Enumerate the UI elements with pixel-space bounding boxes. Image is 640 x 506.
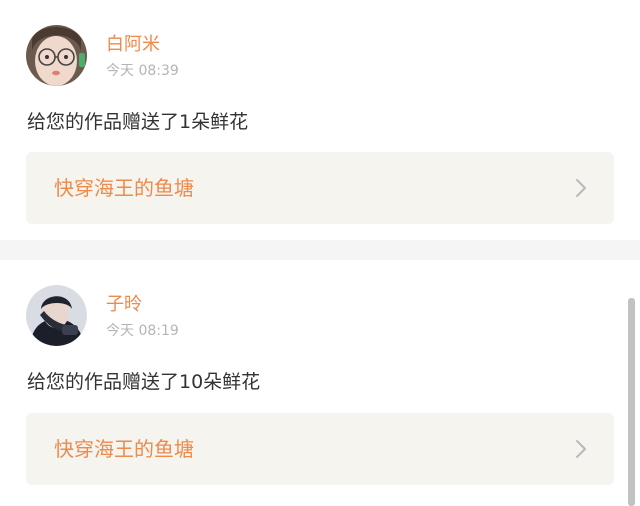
- section-divider: [0, 240, 640, 260]
- chevron-right-icon: [576, 179, 586, 197]
- user-avatar[interactable]: [26, 25, 87, 86]
- notification-item: 白阿米 今天 08:39 给您的作品赠送了1朵鲜花 快穿海王的鱼塘: [0, 0, 640, 240]
- post-time: 今天 08:19: [106, 323, 179, 339]
- user-avatar[interactable]: [26, 285, 87, 346]
- gift-message: 给您的作品赠送了10朵鲜花: [27, 371, 261, 393]
- notification-feed: 白阿米 今天 08:39 给您的作品赠送了1朵鲜花 快穿海王的鱼塘 子昤 今天 …: [0, 0, 640, 506]
- avatar-girl-with-glasses-icon: [26, 25, 87, 86]
- post-time: 今天 08:39: [106, 63, 179, 79]
- chevron-right-icon: [576, 440, 586, 458]
- scrollbar[interactable]: [628, 298, 635, 506]
- work-link-card[interactable]: 快穿海王的鱼塘: [26, 152, 614, 224]
- work-title: 快穿海王的鱼塘: [54, 437, 194, 461]
- notification-item: 子昤 今天 08:19 给您的作品赠送了10朵鲜花 快穿海王的鱼塘: [0, 260, 640, 506]
- work-title: 快穿海王的鱼塘: [54, 176, 194, 200]
- gift-message: 给您的作品赠送了1朵鲜花: [27, 111, 249, 133]
- user-name[interactable]: 白阿米: [106, 34, 160, 56]
- avatar-dark-portrait-icon: [26, 285, 87, 346]
- work-link-card[interactable]: 快穿海王的鱼塘: [26, 413, 614, 485]
- user-name[interactable]: 子昤: [106, 294, 142, 316]
